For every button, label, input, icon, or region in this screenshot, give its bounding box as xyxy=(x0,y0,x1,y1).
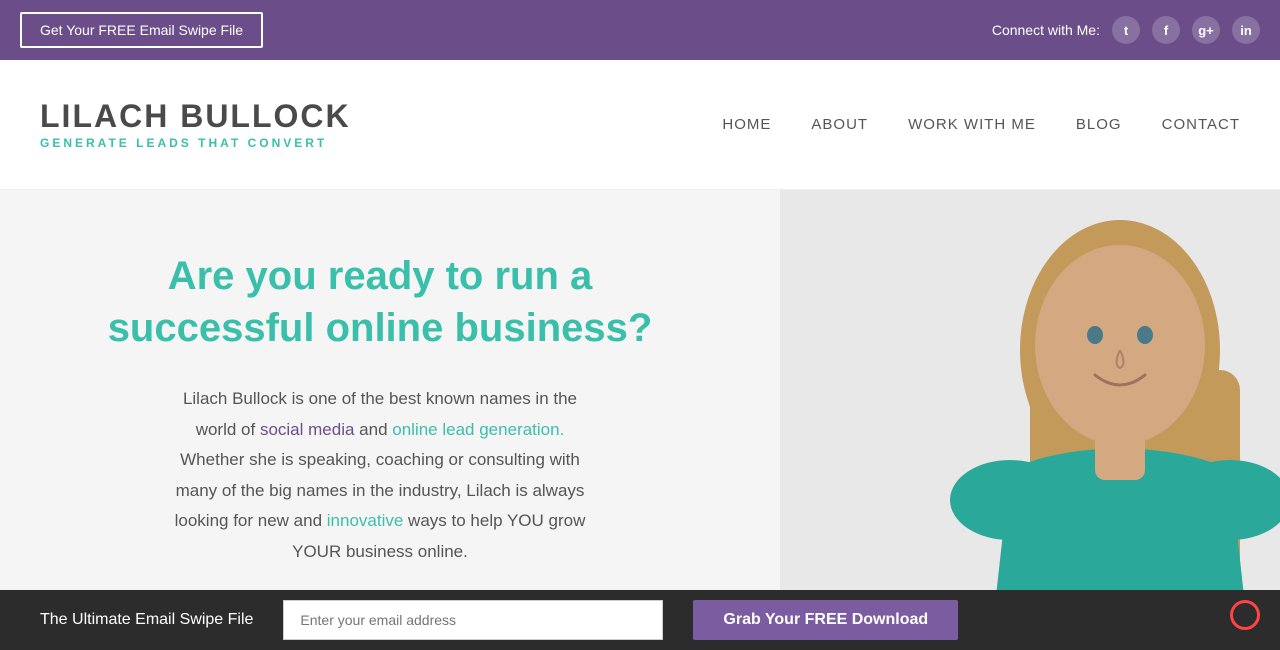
top-bar: Get Your FREE Email Swipe File Connect w… xyxy=(0,0,1280,60)
hero-content: Are you ready to run a successful online… xyxy=(0,190,760,628)
hero-section: Are you ready to run a successful online… xyxy=(0,190,1280,650)
person-svg xyxy=(780,190,1280,650)
nav-item-blog[interactable]: BLOG xyxy=(1076,116,1122,133)
download-button[interactable]: Grab Your FREE Download xyxy=(693,600,958,640)
hero-innovative: innovative xyxy=(327,511,404,530)
hero-image xyxy=(780,190,1280,650)
linkedin-icon[interactable]: in xyxy=(1232,16,1260,44)
nav-item-work-with-me[interactable]: WORK WITH ME xyxy=(908,116,1036,133)
bottom-label: The Ultimate Email Swipe File xyxy=(40,611,253,629)
googleplus-icon[interactable]: g+ xyxy=(1192,16,1220,44)
logo-tagline-start: GENERATE LEADS THAT xyxy=(40,136,248,150)
twitter-icon[interactable]: t xyxy=(1112,16,1140,44)
hero-heading: Are you ready to run a successful online… xyxy=(80,250,680,354)
email-swipe-button[interactable]: Get Your FREE Email Swipe File xyxy=(20,12,263,48)
top-bar-left: Get Your FREE Email Swipe File xyxy=(20,12,263,48)
hero-lead-gen: online lead generation. xyxy=(392,420,564,439)
nav-item-about[interactable]: ABOUT xyxy=(811,116,868,133)
connect-label: Connect with Me: xyxy=(992,22,1100,38)
cursor-indicator xyxy=(1230,600,1260,630)
nav-item-contact[interactable]: CONTACT xyxy=(1162,116,1240,133)
hero-body: Lilach Bullock is one of the best known … xyxy=(80,384,680,568)
facebook-icon[interactable]: f xyxy=(1152,16,1180,44)
logo: LILACH BULLOCK GENERATE LEADS THAT CONVE… xyxy=(40,100,351,150)
email-input[interactable] xyxy=(283,600,663,640)
main-nav: HOME ABOUT WORK WITH ME BLOG CONTACT xyxy=(722,116,1240,133)
header: LILACH BULLOCK GENERATE LEADS THAT CONVE… xyxy=(0,60,1280,190)
nav-item-home[interactable]: HOME xyxy=(722,116,771,133)
hero-body-and: and xyxy=(354,420,392,439)
logo-name: LILACH BULLOCK xyxy=(40,100,351,132)
logo-tagline-highlight: CONVERT xyxy=(248,136,328,150)
top-bar-right: Connect with Me: t f g+ in xyxy=(992,16,1260,44)
hero-social-media: social media xyxy=(260,420,355,439)
bottom-bar: The Ultimate Email Swipe File Grab Your … xyxy=(0,590,1280,650)
logo-tagline: GENERATE LEADS THAT CONVERT xyxy=(40,136,351,150)
